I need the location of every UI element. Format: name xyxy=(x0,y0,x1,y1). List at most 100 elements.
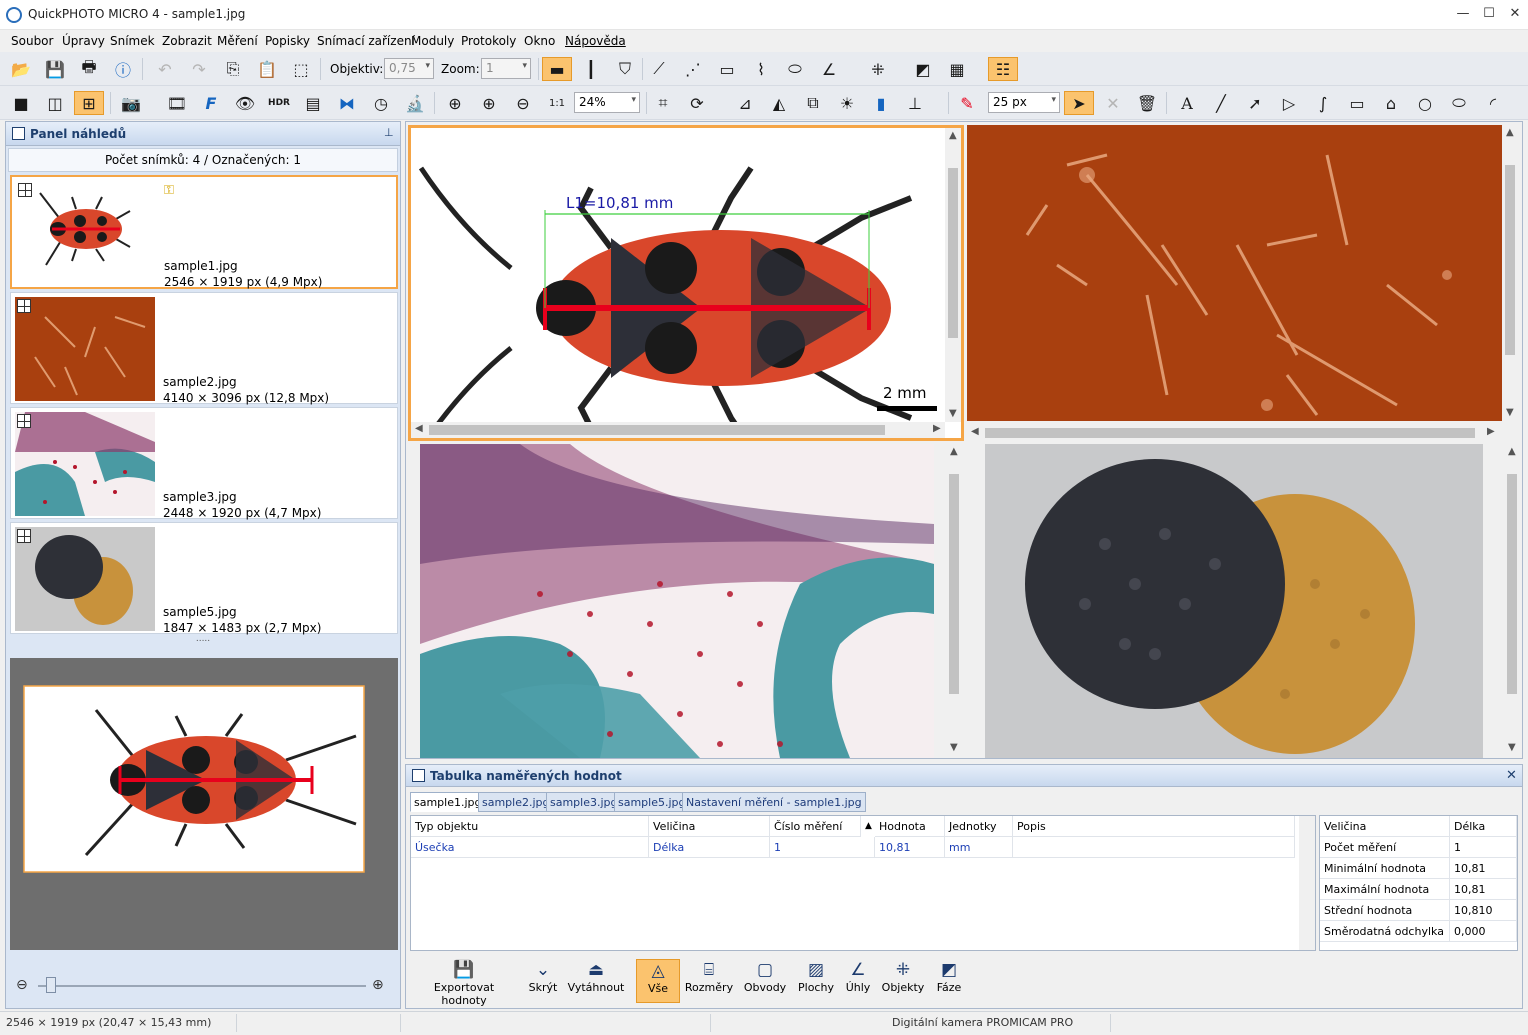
column-header[interactable]: Veličina xyxy=(649,816,770,837)
zoom-fit-icon[interactable]: ⊕ xyxy=(442,91,468,115)
zoom-out-slider-icon[interactable]: ⊖ xyxy=(16,977,28,993)
tab-sample1[interactable]: sample1.jpg xyxy=(410,792,486,812)
thumbnail-sample1[interactable]: ⚿ sample1.jpg 2546 × 1919 px (4,9 Mpx) xyxy=(10,175,398,289)
tab-sample2[interactable]: sample2.jpg xyxy=(478,792,554,812)
timelapse-icon[interactable]: ◷ xyxy=(368,91,394,115)
brightness-icon[interactable]: ☀ xyxy=(834,91,860,115)
pointer-icon[interactable]: ➤ xyxy=(1064,91,1094,115)
close-panel-icon[interactable]: ✕ xyxy=(1506,768,1517,783)
split-view-icon[interactable]: ◫ xyxy=(42,91,68,115)
open-folder-icon[interactable]: 📂 xyxy=(8,57,34,81)
filter-angles-button[interactable]: ∠ Úhly xyxy=(840,959,876,1003)
stitch-icon[interactable]: ⧓ xyxy=(334,91,360,115)
undo-icon[interactable]: ↶ xyxy=(152,57,178,81)
delete-x-icon[interactable]: ✕ xyxy=(1100,91,1126,115)
stamp-icon[interactable]: ⊥ xyxy=(902,91,928,115)
grid-overlay-icon[interactable]: ▦ xyxy=(944,57,970,81)
circle-tool-icon[interactable]: ○ xyxy=(1412,91,1438,115)
pane2-vscroll[interactable]: ▲ ▼ xyxy=(1502,125,1518,421)
table-vscroll[interactable] xyxy=(1299,816,1315,950)
menu-moduly[interactable]: Moduly xyxy=(411,34,454,48)
save-icon[interactable]: 💾 xyxy=(42,57,68,81)
column-header[interactable]: Jednotky xyxy=(945,816,1013,837)
objective-combo[interactable]: 0,75 ▾ xyxy=(384,58,434,79)
column-header[interactable]: Číslo měření xyxy=(770,816,861,837)
copy-icon[interactable]: ⎘ xyxy=(220,57,246,81)
panorama-icon[interactable]: ▤ xyxy=(300,91,326,115)
image-pane-sample1[interactable]: L1=10,81 mm 2 mm ▲ ▼ ◀ ▶ xyxy=(408,125,964,441)
table-cell[interactable]: mm xyxy=(945,837,1013,858)
menu-snimaci-zarizeni[interactable]: Snímací zařízení xyxy=(317,34,415,48)
pin-icon[interactable]: ⊥ xyxy=(384,126,394,139)
phase-contrast-icon[interactable]: ◩ xyxy=(910,57,936,81)
menu-zobrazit[interactable]: Zobrazit xyxy=(162,34,212,48)
rotate-icon[interactable]: ⟳ xyxy=(684,91,710,115)
vertical-bar-icon[interactable]: ┃ xyxy=(578,57,604,81)
curve-tool-icon[interactable]: ∫ xyxy=(1310,91,1336,115)
menu-okno[interactable]: Okno xyxy=(524,34,555,48)
zoom-in-icon[interactable]: ⊕ xyxy=(476,91,502,115)
filter-phases-button[interactable]: ◩ Fáze xyxy=(930,959,968,1003)
table-cell[interactable]: Délka xyxy=(649,837,770,858)
image-pane-sample3[interactable]: ▲ ▼ xyxy=(408,444,964,758)
filter-dimensions-button[interactable]: ⌸ Rozměry xyxy=(684,959,734,1003)
tab-measurement-settings[interactable]: Nastavení měření - sample1.jpg xyxy=(682,792,866,812)
arc-tool-icon[interactable]: ◜ xyxy=(1480,91,1506,115)
film-icon[interactable]: 🎞 xyxy=(164,91,190,115)
quad-view-icon[interactable]: ⊞ xyxy=(74,91,104,115)
pane3-vscroll[interactable]: ▲ ▼ xyxy=(946,444,962,758)
export-values-button[interactable]: 💾 Exportovat hodnoty xyxy=(412,959,516,1007)
line-tool-icon[interactable]: ╱ xyxy=(1208,91,1234,115)
close-button[interactable]: ✕ xyxy=(1500,0,1528,30)
polyline-tool-icon[interactable]: ▷ xyxy=(1276,91,1302,115)
table-cell[interactable]: Úsečka xyxy=(411,837,649,858)
line-width-combo[interactable]: 25 px ▾ xyxy=(988,92,1060,113)
ellipse-tool-icon[interactable]: ⬭ xyxy=(1446,91,1472,115)
calibration-bar-icon[interactable]: ▬ xyxy=(542,57,572,81)
pane2-hscroll[interactable]: ◀ ▶ xyxy=(967,425,1502,441)
info-icon[interactable]: ⓘ xyxy=(110,57,136,81)
pane1-vscroll[interactable]: ▲ ▼ xyxy=(945,128,961,422)
image-pane-sample5[interactable]: ▲ ▼ xyxy=(967,444,1522,758)
navigator-view[interactable] xyxy=(10,658,398,950)
menu-napoveda[interactable]: Nápověda xyxy=(565,34,626,48)
trash-icon[interactable]: 🗑 xyxy=(1134,91,1160,115)
zoom-slider-thumb[interactable] xyxy=(46,977,56,993)
eye-icon[interactable]: 👁 xyxy=(232,91,258,115)
measurement-label[interactable]: L1=10,81 mm xyxy=(566,194,673,212)
print-icon[interactable]: 🖶 xyxy=(76,57,102,81)
flip-vertical-icon[interactable]: ⊿ xyxy=(732,91,758,115)
thumbnail-sample3[interactable]: sample3.jpg 2448 × 1920 px (4,7 Mpx) xyxy=(10,407,398,520)
filter-areas-button[interactable]: ▨ Plochy xyxy=(794,959,838,1003)
zoom-in-slider-icon[interactable]: ⊕ xyxy=(372,977,384,993)
tab-sample5[interactable]: sample5.jpg xyxy=(614,792,690,812)
column-header[interactable]: Popis xyxy=(1013,816,1295,837)
table-cell[interactable]: 10,81 xyxy=(875,837,945,858)
polyline-measure-icon[interactable]: ⋰ xyxy=(680,57,706,81)
histogram-icon[interactable]: ▮ xyxy=(868,91,894,115)
line-measure-icon[interactable]: ⟋ xyxy=(646,57,672,81)
crop-icon[interactable]: ⌗ xyxy=(650,91,676,115)
paste-icon[interactable]: 📋 xyxy=(254,57,280,81)
angle-measure-icon[interactable]: ∠ xyxy=(816,57,842,81)
menu-protokoly[interactable]: Protokoly xyxy=(461,34,516,48)
menu-upravy[interactable]: Úpravy xyxy=(62,34,105,48)
polygon-measure-icon[interactable]: ⌇ xyxy=(748,57,774,81)
select-region-icon[interactable]: ⬚ xyxy=(288,57,314,81)
menu-mereni[interactable]: Měření xyxy=(217,34,258,48)
redo-icon[interactable]: ↷ xyxy=(186,57,212,81)
rectangle-measure-icon[interactable]: ▭ xyxy=(714,57,740,81)
camera-icon[interactable]: 📷 xyxy=(118,91,144,115)
table-cell[interactable] xyxy=(1013,837,1295,858)
rectangle-tool-icon[interactable]: ▭ xyxy=(1344,91,1370,115)
column-header[interactable]: Typ objektu xyxy=(411,816,649,837)
column-header[interactable]: Hodnota xyxy=(875,816,945,837)
pen-color-icon[interactable]: ✎ xyxy=(954,91,980,115)
menu-popisky[interactable]: Popisky xyxy=(265,34,310,48)
focus-f-icon[interactable]: F xyxy=(198,91,224,115)
tab-sample3[interactable]: sample3.jpg xyxy=(546,792,622,812)
image-pane-sample2[interactable]: ▲ ▼ ◀ ▶ xyxy=(967,125,1522,441)
microscope-icon[interactable]: 🔬 xyxy=(402,91,428,115)
hdr-icon[interactable]: HDR xyxy=(266,91,292,115)
panel-splitter[interactable]: ..... xyxy=(6,635,400,644)
